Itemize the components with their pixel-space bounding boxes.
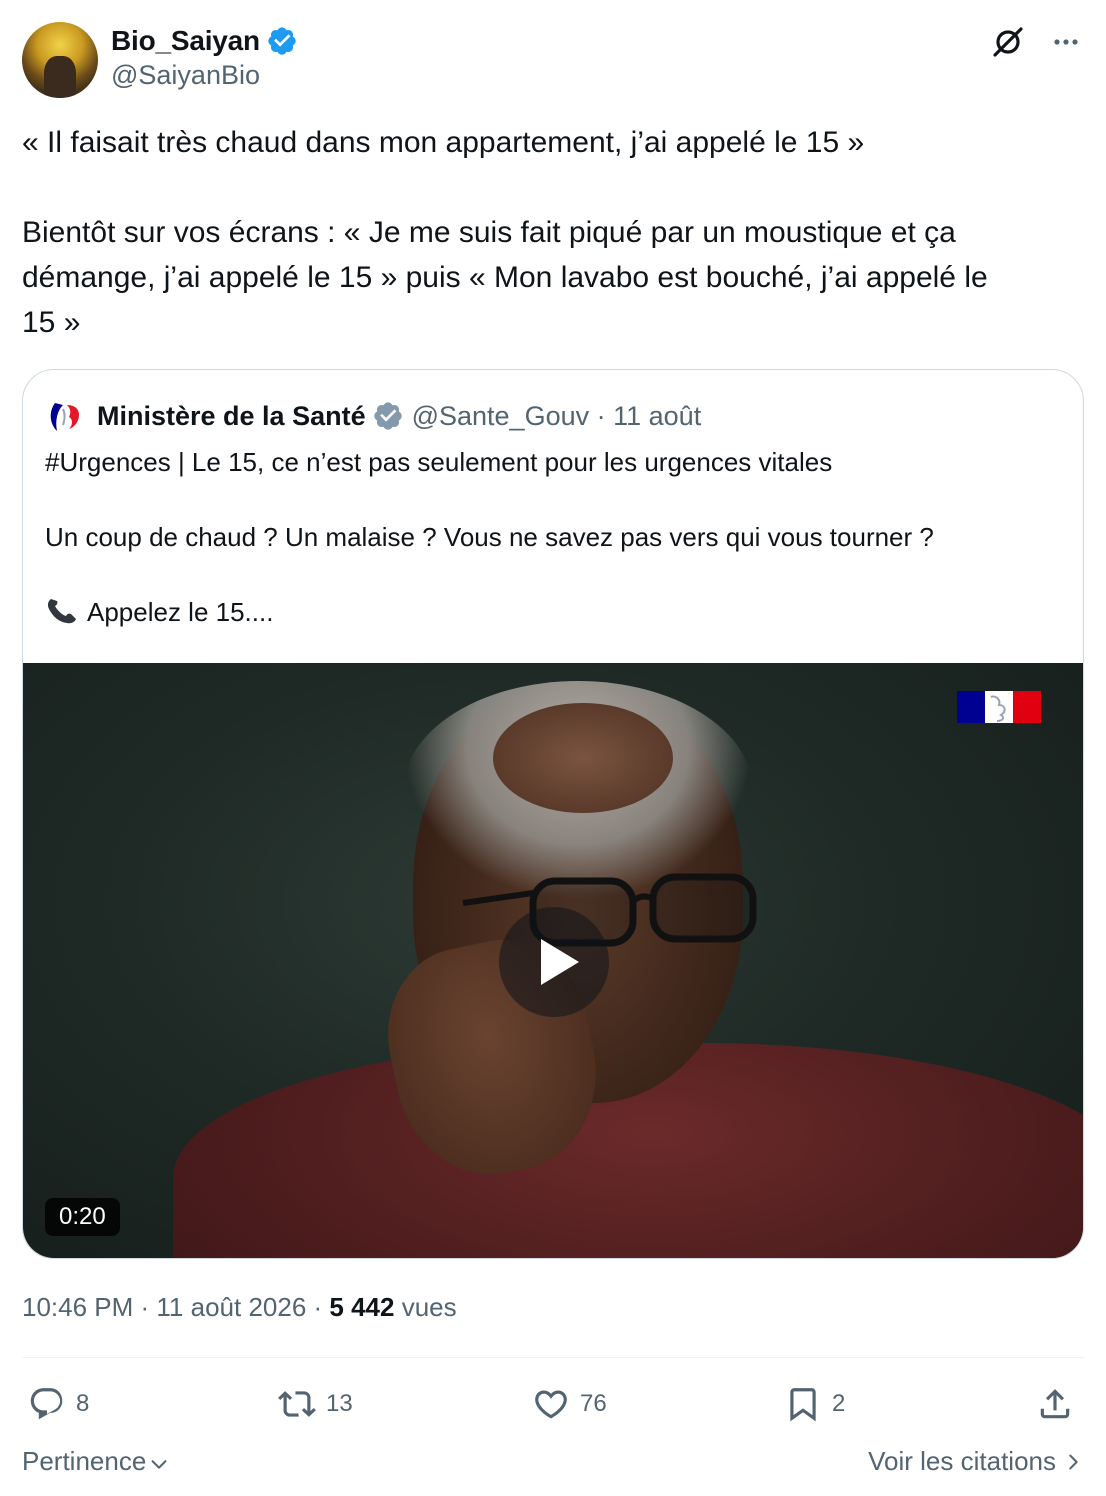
- sort-label: Pertinence: [22, 1446, 147, 1476]
- tweet-paragraph: « Il faisait très chaud dans mon apparte…: [22, 126, 865, 159]
- bookmark-icon: [790, 1388, 816, 1422]
- tweet-paragraph: Bientôt sur vos écrans : « Je me suis fa…: [22, 216, 988, 339]
- video-frame-person-scalp: [493, 703, 673, 813]
- quote-separator: ·: [589, 400, 614, 431]
- quote-line-call: Appelez le 15....: [45, 594, 1055, 632]
- tweet-meta: 10:46 PM · 11 août 2026 · 5 442 vues: [22, 1292, 457, 1323]
- quote-author-name[interactable]: Ministère de la Santé: [97, 401, 366, 432]
- more-icon[interactable]: [1048, 24, 1084, 60]
- reply-icon: [30, 1388, 63, 1420]
- meta-separator: ·: [306, 1292, 330, 1322]
- action-bar: 8 13 76 2: [22, 1380, 1084, 1428]
- views-count: 5 442: [329, 1292, 395, 1322]
- like-count: 76: [580, 1390, 607, 1417]
- view-quotes-label: Voir les citations: [868, 1446, 1056, 1476]
- quote-line: #Urgences | Le 15, ce n’est pas seulemen…: [45, 447, 833, 477]
- quote-avatar: [45, 393, 91, 439]
- verified-badge-icon: [268, 27, 296, 55]
- replies-footer: Pertinence Voir les citations: [22, 1442, 1084, 1482]
- quote-line: Un coup de chaud ? Un malaise ? Vous ne …: [45, 522, 934, 552]
- reply-button[interactable]: 8: [28, 1380, 89, 1428]
- quoted-tweet[interactable]: Ministère de la Santé @Sante_Gouv · 11 a…: [22, 369, 1084, 1259]
- repost-count: 13: [326, 1390, 353, 1417]
- sort-dropdown[interactable]: Pertinence: [22, 1446, 170, 1477]
- bookmark-button[interactable]: 2: [784, 1380, 845, 1428]
- chevron-right-icon: [1069, 1454, 1078, 1469]
- marianne-logo-icon: [50, 403, 79, 431]
- repost-icon: [278, 1391, 316, 1417]
- chevron-down-icon: [151, 1459, 167, 1469]
- like-button[interactable]: 76: [532, 1380, 607, 1428]
- repost-button[interactable]: 13: [278, 1380, 353, 1428]
- like-icon: [535, 1390, 567, 1419]
- play-icon[interactable]: [499, 907, 609, 1017]
- share-icon: [1040, 1389, 1070, 1419]
- author-avatar[interactable]: [22, 22, 98, 98]
- divider: [22, 1357, 1084, 1358]
- tweet-date[interactable]: 11 août 2026: [156, 1292, 306, 1322]
- author-name-block: Bio_Saiyan @SaiyanBio: [111, 24, 298, 91]
- quote-date[interactable]: 11 août: [613, 401, 701, 432]
- grok-icon[interactable]: [990, 24, 1026, 60]
- display-name-row: Bio_Saiyan: [111, 24, 298, 58]
- view-quotes-link[interactable]: Voir les citations: [868, 1446, 1084, 1477]
- quote-body: #Urgences | Le 15, ce n’est pas seulemen…: [45, 444, 1055, 632]
- gov-logo: [957, 691, 1041, 723]
- views-label: vues: [394, 1292, 457, 1322]
- tweet-header: Bio_Saiyan @SaiyanBio: [22, 22, 1084, 98]
- quote-header: Ministère de la Santé @Sante_Gouv · 11 a…: [45, 393, 701, 439]
- video-duration: 0:20: [45, 1198, 120, 1236]
- reply-count: 8: [76, 1390, 90, 1417]
- share-button[interactable]: [1036, 1380, 1074, 1428]
- quote-call-text: Appelez le 15....: [87, 597, 274, 627]
- phone-emoji-icon: [47, 599, 76, 624]
- video-player[interactable]: 0:20: [23, 663, 1083, 1258]
- author-handle[interactable]: @SaiyanBio: [111, 60, 298, 91]
- quote-author-handle[interactable]: @Sante_Gouv: [412, 401, 590, 432]
- tweet-time[interactable]: 10:46 PM: [22, 1292, 133, 1322]
- author-display-name[interactable]: Bio_Saiyan: [111, 25, 260, 57]
- tweet-text: « Il faisait très chaud dans mon apparte…: [22, 120, 1082, 345]
- bookmark-count: 2: [832, 1390, 846, 1417]
- verified-badge-icon: [373, 402, 402, 430]
- meta-separator: ·: [133, 1292, 157, 1322]
